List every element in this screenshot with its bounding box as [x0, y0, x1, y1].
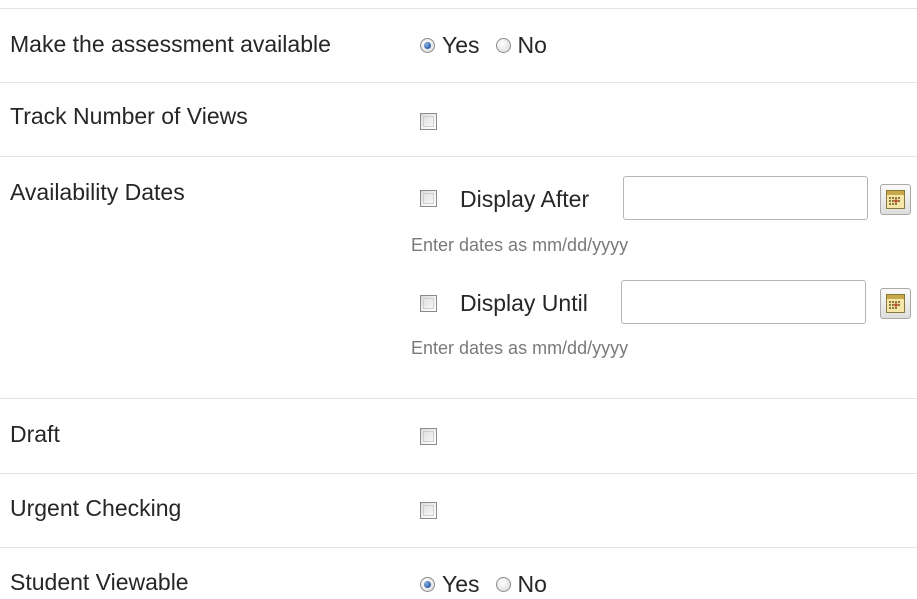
row-divider [0, 8, 917, 9]
display-until-date-input[interactable] [621, 280, 866, 324]
calendar-icon [886, 294, 905, 313]
draft-checkbox[interactable] [420, 428, 437, 445]
row-divider [0, 156, 917, 157]
row-divider [0, 547, 917, 548]
display-until-calendar-button[interactable] [880, 288, 911, 319]
row-divider [0, 398, 917, 399]
track-views-checkbox[interactable] [420, 113, 437, 130]
urgent-checking-label: Urgent Checking [10, 495, 182, 521]
available-no-label[interactable]: No [518, 32, 547, 59]
display-after-date-input[interactable] [623, 176, 868, 220]
student-viewable-yes-radio[interactable] [420, 576, 435, 592]
student-viewable-no-radio[interactable] [495, 576, 511, 592]
student-viewable-radio-group: Yes No [420, 569, 563, 599]
availability-dates-label: Availability Dates [10, 179, 185, 205]
student-viewable-no-label[interactable]: No [518, 571, 547, 598]
draft-label: Draft [10, 421, 60, 447]
available-yes-radio[interactable] [420, 37, 435, 53]
student-viewable-label: Student Viewable [10, 569, 189, 595]
display-after-checkbox[interactable] [420, 190, 437, 207]
display-after-label: Display After [460, 186, 590, 212]
display-until-label: Display Until [460, 290, 588, 316]
display-until-checkbox[interactable] [420, 295, 437, 312]
display-until-hint: Enter dates as mm/dd/yyyy [411, 338, 629, 358]
student-viewable-yes-label[interactable]: Yes [442, 571, 480, 598]
available-radio-group: Yes No [420, 30, 563, 60]
available-label: Make the assessment available [10, 31, 331, 57]
row-divider [0, 473, 917, 474]
row-divider [0, 82, 917, 83]
display-after-hint: Enter dates as mm/dd/yyyy [411, 235, 629, 255]
available-no-radio[interactable] [495, 37, 511, 53]
calendar-icon [886, 190, 905, 209]
assessment-options-form: Make the assessment available Yes No Tra… [0, 0, 917, 598]
urgent-checking-checkbox[interactable] [420, 502, 437, 519]
available-yes-label[interactable]: Yes [442, 32, 480, 59]
display-after-calendar-button[interactable] [880, 184, 911, 215]
track-views-label: Track Number of Views [10, 103, 248, 129]
